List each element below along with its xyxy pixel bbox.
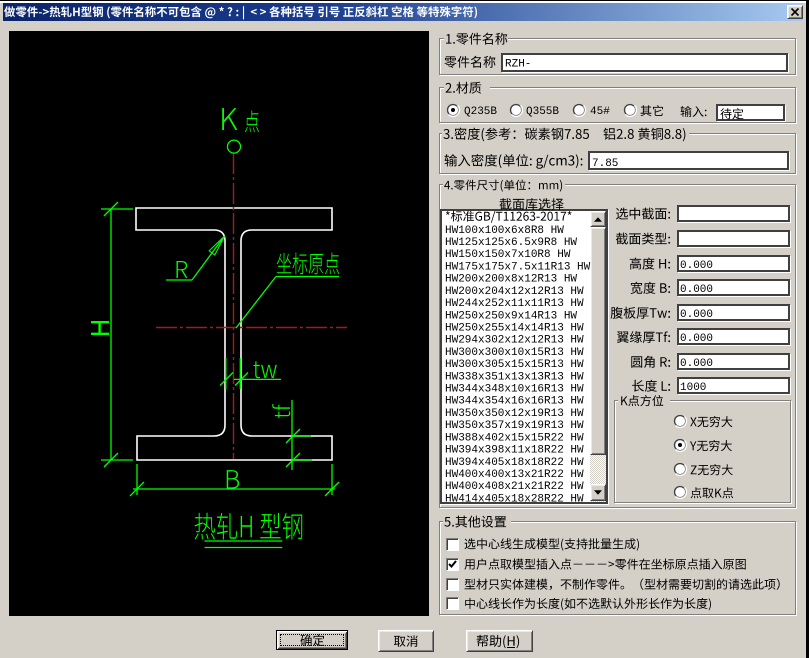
svg-text:HW344x348x10x16R13 HW: HW344x348x10x16R13 HW (445, 384, 584, 396)
svg-text:7.85: 7.85 (592, 158, 618, 170)
svg-text:0.000: 0.000 (680, 260, 713, 272)
svg-text:HW200x204x12x12R13 HW: HW200x204x12x12R13 HW (445, 286, 584, 298)
svg-text:HW388x402x15x15R22 HW: HW388x402x15x15R22 HW (445, 432, 584, 444)
svg-text:HW350x357x19x19R13 HW: HW350x357x19x19R13 HW (445, 420, 584, 432)
svg-text:1000: 1000 (680, 382, 706, 394)
svg-text:RZH-: RZH- (505, 59, 531, 71)
svg-text:0.000: 0.000 (680, 333, 713, 345)
svg-text:45#: 45# (590, 106, 610, 118)
svg-text:HW300x300x10x15R13 HW: HW300x300x10x15R13 HW (445, 347, 584, 359)
svg-text:HW175x175x7.5x11R13 HW: HW175x175x7.5x11R13 HW (445, 261, 591, 273)
svg-text:HW350x350x12x19R13 HW: HW350x350x12x19R13 HW (445, 408, 584, 420)
svg-text:Q355B: Q355B (526, 106, 559, 118)
svg-text:HW150x150x7x10R8 HW: HW150x150x7x10R8 HW (445, 249, 571, 261)
svg-text:Q235B: Q235B (464, 106, 497, 118)
svg-text:HW125x125x6.5x9R8 HW: HW125x125x6.5x9R8 HW (445, 237, 577, 249)
svg-text:0.000: 0.000 (680, 309, 713, 321)
svg-text:HW394x398x11x18R22 HW: HW394x398x11x18R22 HW (445, 445, 584, 457)
svg-text:0.000: 0.000 (680, 284, 713, 296)
svg-text:HW300x305x15x15R13 HW: HW300x305x15x15R13 HW (445, 359, 584, 371)
svg-text:HW344x354x16x16R13 HW: HW344x354x16x16R13 HW (445, 396, 584, 408)
svg-text:HW400x400x13x21R22 HW: HW400x400x13x21R22 HW (445, 469, 584, 481)
svg-text:HW338x351x13x13R13 HW: HW338x351x13x13R13 HW (445, 371, 584, 383)
svg-text:HW250x250x9x14R13 HW: HW250x250x9x14R13 HW (445, 310, 577, 322)
svg-text:HW244x252x11x11R13 HW: HW244x252x11x11R13 HW (445, 298, 584, 310)
svg-text:HW250x255x14x14R13 HW: HW250x255x14x14R13 HW (445, 322, 584, 334)
svg-text:0.000: 0.000 (680, 358, 713, 370)
svg-text:HW414x405x18x28R22 HW: HW414x405x18x28R22 HW (445, 493, 584, 505)
svg-text:HW200x200x8x12R13 HW: HW200x200x8x12R13 HW (445, 274, 577, 286)
svg-text:HW394x405x18x18R22 HW: HW394x405x18x18R22 HW (445, 457, 584, 469)
svg-text:HW100x100x6x8R8 HW: HW100x100x6x8R8 HW (445, 225, 564, 237)
svg-text:HW400x408x21x21R22 HW: HW400x408x21x21R22 HW (445, 481, 584, 493)
svg-text:HW294x302x12x12R13 HW: HW294x302x12x12R13 HW (445, 335, 584, 347)
